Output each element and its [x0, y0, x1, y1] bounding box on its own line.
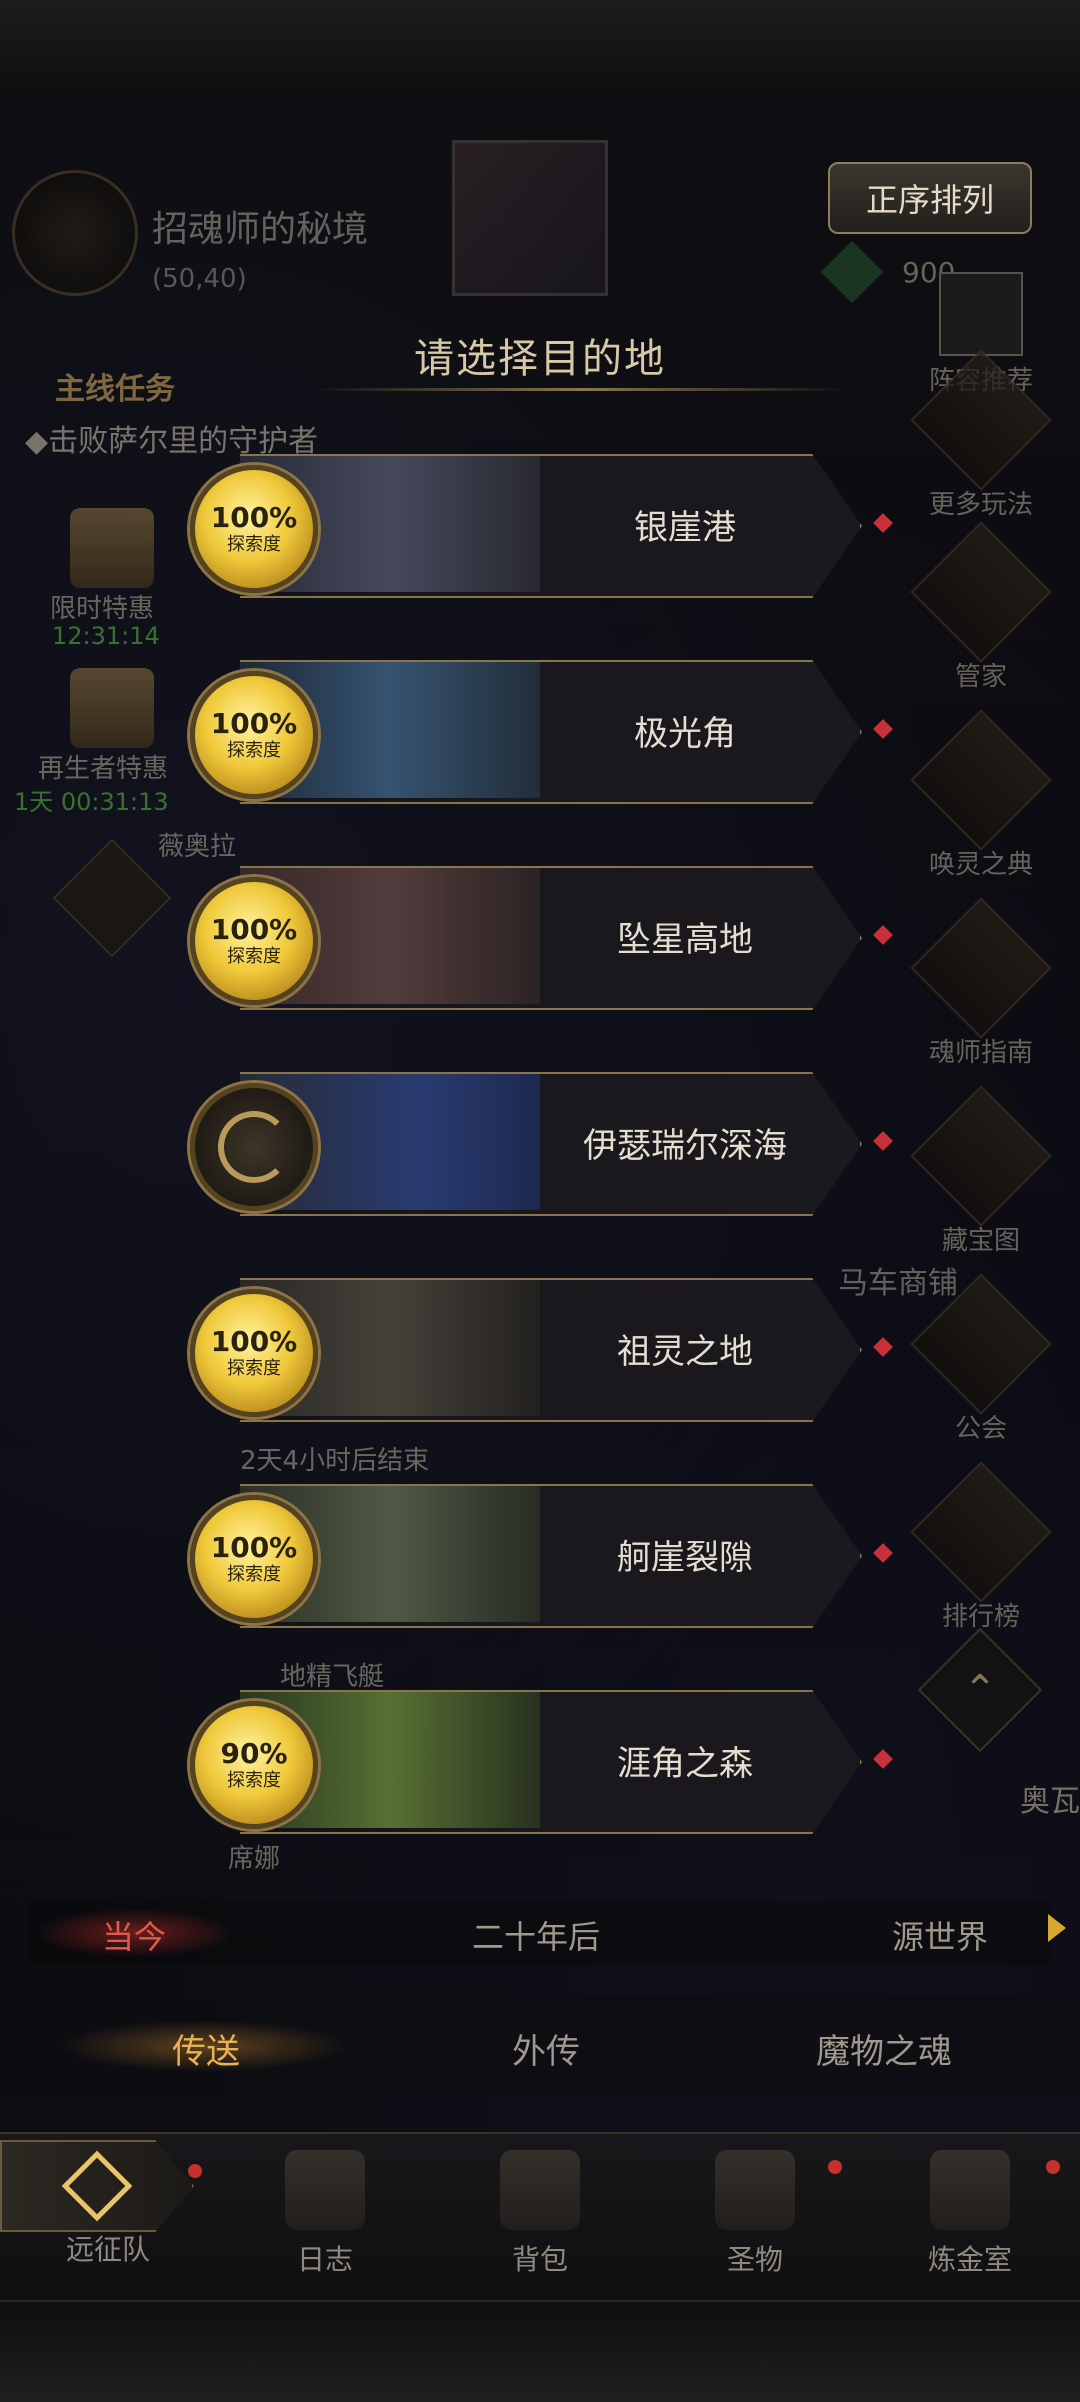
next-arrow-icon[interactable] [1048, 1914, 1066, 1942]
exploration-badge: 100% 探索度 [190, 1495, 318, 1623]
expedition-button[interactable] [0, 2140, 194, 2232]
nav-label: 炼金室 [927, 2243, 1012, 2276]
nav-alchemy[interactable]: 炼金室 [870, 2140, 1070, 2278]
red-gem-icon [873, 925, 893, 945]
exploration-percent: 100% [210, 500, 298, 534]
red-gem-icon [873, 719, 893, 739]
red-gem-icon [873, 1337, 893, 1357]
destination-ancestral-land[interactable]: 祖灵之地 [240, 1278, 896, 1422]
exploration-badge: 100% 探索度 [190, 1289, 318, 1417]
destination-isereal-deep-sea[interactable]: 伊瑟瑞尔深海 [240, 1072, 896, 1216]
bottom-frame [0, 2300, 1080, 2402]
red-gem-icon [873, 513, 893, 533]
alchemy-icon [930, 2150, 1010, 2230]
exploration-label: 探索度 [227, 945, 281, 967]
expedition-emblem-icon [61, 2150, 133, 2222]
destination-edge-forest[interactable]: 涯角之森 [240, 1690, 896, 1834]
exploration-percent: 100% [210, 1324, 298, 1358]
exploration-percent: 100% [210, 706, 298, 740]
nav-relics[interactable]: 圣物 [655, 2140, 855, 2278]
spiral-emblem-icon [190, 1083, 318, 1211]
destination-fallen-star-highland[interactable]: 坠星高地 [240, 866, 896, 1010]
nav-label: 圣物 [726, 2243, 783, 2276]
nav-label: 背包 [511, 2243, 568, 2276]
title-divider [312, 388, 852, 391]
exploration-badge: 100% 探索度 [190, 671, 318, 799]
top-frame [0, 0, 1080, 100]
dialog-title: 请选择目的地 [414, 336, 666, 382]
exploration-badge: 90% 探索度 [190, 1701, 318, 1829]
sort-order-button[interactable]: 正序排列 [828, 162, 1032, 234]
era-tab-present[interactable]: 当今 [102, 1912, 166, 1958]
func-tab-teleport[interactable]: 传送 [172, 2024, 240, 2073]
destination-aurora-cape[interactable]: 极光角 [240, 660, 896, 804]
func-tab-monster-soul[interactable]: 魔物之魂 [816, 2024, 952, 2073]
nav-expedition[interactable]: 远征队 [8, 2228, 208, 2268]
relic-icon [715, 2150, 795, 2230]
notification-dot [828, 2160, 842, 2174]
red-gem-icon [873, 1749, 893, 1769]
exploration-label: 探索度 [227, 1357, 281, 1379]
destination-ge-cliff-rift[interactable]: 舸崖裂隙 [240, 1484, 896, 1628]
destination-name: 舸崖裂隙 [617, 1537, 753, 1578]
destination-name: 伊瑟瑞尔深海 [583, 1125, 787, 1166]
func-tab-side-story[interactable]: 外传 [512, 2024, 580, 2073]
exploration-percent: 90% [220, 1736, 288, 1770]
era-tab-origin-world[interactable]: 源世界 [892, 1912, 988, 1958]
era-tab-twenty-years-later[interactable]: 二十年后 [472, 1912, 600, 1958]
exploration-label: 探索度 [227, 533, 281, 555]
exploration-label: 探索度 [227, 1769, 281, 1791]
exploration-label: 探索度 [227, 1563, 281, 1585]
exploration-badge: 100% 探索度 [190, 465, 318, 593]
notification-dot [1046, 2160, 1060, 2174]
nav-label: 远征队 [65, 2233, 150, 2266]
notification-dot [188, 2164, 202, 2178]
red-gem-icon [873, 1131, 893, 1151]
nav-label: 日志 [296, 2243, 353, 2276]
exploration-percent: 100% [210, 912, 298, 946]
destination-name: 银崖港 [634, 507, 736, 548]
exploration-badge: 100% 探索度 [190, 877, 318, 1005]
nav-journal[interactable]: 日志 [225, 2140, 425, 2278]
red-gem-icon [873, 1543, 893, 1563]
exploration-percent: 100% [210, 1530, 298, 1564]
journal-icon [285, 2150, 365, 2230]
destination-name: 祖灵之地 [617, 1331, 753, 1372]
backpack-icon [500, 2150, 580, 2230]
destination-name: 涯角之森 [617, 1743, 753, 1784]
destination-silver-cliff-port[interactable]: 银崖港 [240, 454, 896, 598]
exploration-label: 探索度 [227, 739, 281, 761]
destination-name: 极光角 [634, 713, 736, 754]
destination-name: 坠星高地 [617, 919, 753, 960]
spiral-icon [218, 1111, 290, 1183]
nav-backpack[interactable]: 背包 [440, 2140, 640, 2278]
